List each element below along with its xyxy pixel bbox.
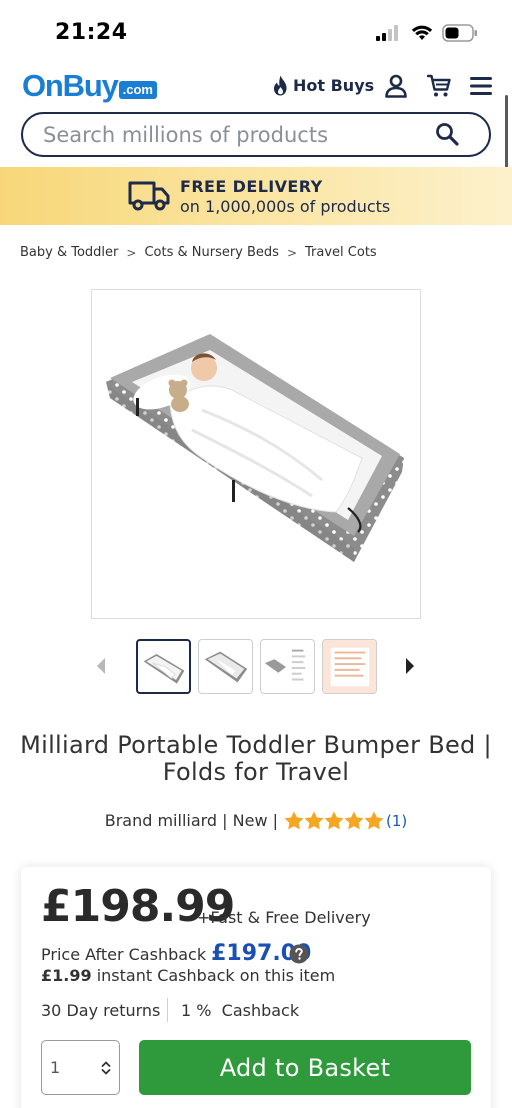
thumbnail-image (264, 649, 306, 681)
star-icon (304, 811, 324, 830)
battery-icon (442, 24, 477, 42)
breadcrumb-separator: > (126, 245, 137, 260)
breadcrumb-baby-toddler[interactable]: Baby & Toddler (20, 245, 118, 260)
star-rating[interactable] (284, 811, 384, 830)
wifi-icon (411, 25, 433, 40)
price-card: £198.99 +Fast & Free Delivery Price Afte… (21, 867, 491, 1108)
flame-icon (274, 75, 287, 96)
logo-wordmark: OnBuy (22, 68, 119, 103)
star-icon (324, 811, 344, 830)
thumbnail-image (143, 653, 185, 684)
status-time: 21:24 (55, 20, 128, 45)
star-icon (364, 811, 384, 830)
thumbnail-image (204, 651, 248, 683)
star-icon (284, 811, 304, 830)
cart-icon[interactable] (427, 74, 451, 98)
after-cashback-label: Price After Cashback (41, 945, 207, 964)
quantity-select[interactable]: 1 (41, 1040, 120, 1095)
thumbnail-2[interactable] (198, 639, 253, 694)
truck-icon (128, 181, 170, 211)
banner-title: FREE DELIVERY (180, 177, 323, 196)
cashback-percent: 1 % Cashback (181, 1001, 300, 1020)
search-icon[interactable] (435, 122, 459, 146)
menu-icon[interactable] (469, 74, 493, 98)
breadcrumb-cots-nursery-beds[interactable]: Cots & Nursery Beds (144, 245, 279, 260)
thumbnail-image (323, 640, 376, 693)
banner-subtitle: on 1,000,000s of products (180, 197, 391, 216)
site-header: OnBuy .com Hot Buys (0, 66, 512, 110)
breadcrumb-travel-cots[interactable]: Travel Cots (305, 245, 377, 260)
instant-cashback-amount: £1.99 (41, 966, 92, 985)
star-icon (344, 811, 364, 830)
product-main-image[interactable] (91, 289, 421, 619)
free-delivery-banner[interactable]: FREE DELIVERY on 1,000,000s of products (0, 167, 512, 225)
user-icon[interactable] (384, 74, 408, 98)
help-icon[interactable] (289, 944, 309, 964)
onbuy-logo[interactable]: OnBuy .com (22, 68, 157, 104)
status-bar: 21:24 (0, 0, 512, 66)
thumbnail-4[interactable] (322, 639, 377, 694)
search-bar (21, 112, 491, 157)
thumbnail-3[interactable] (260, 639, 315, 694)
logo-suffix: .com (118, 81, 157, 99)
hot-buys-label: Hot Buys (293, 76, 375, 95)
quantity-value: 1 (50, 1058, 61, 1077)
status-icons (376, 24, 478, 42)
add-to-basket-button[interactable]: Add to Basket (139, 1040, 471, 1095)
returns-policy: 30 Day returns (41, 1001, 161, 1020)
delivery-note: +Fast & Free Delivery (197, 908, 371, 927)
breadcrumb: Baby & Toddler > Cots & Nursery Beds > T… (20, 245, 377, 260)
search-input[interactable] (43, 122, 423, 148)
hot-buys-link[interactable]: Hot Buys (272, 75, 374, 96)
price-after-cashback: Price After Cashback £197.00 (41, 941, 311, 966)
breadcrumb-separator: > (286, 245, 298, 260)
travel-bed-illustration (106, 334, 404, 562)
instant-cashback: £1.99 instant Cashback on this item (41, 966, 335, 985)
instant-cashback-text: instant Cashback on this item (96, 966, 336, 985)
brand-condition: Brand milliard | New | (104, 811, 279, 830)
review-count-link[interactable]: (1) (386, 812, 407, 830)
product-meta: Brand milliard | New | (1) (0, 811, 512, 830)
chevron-left-icon[interactable] (95, 657, 107, 675)
thumbnail-1[interactable] (136, 639, 191, 694)
stepper-arrows-icon (101, 1061, 111, 1075)
chevron-right-icon[interactable] (404, 657, 416, 675)
divider (167, 998, 168, 1022)
product-title: Milliard Portable Toddler Bumper Bed | F… (20, 731, 492, 786)
signal-icon (376, 25, 398, 41)
